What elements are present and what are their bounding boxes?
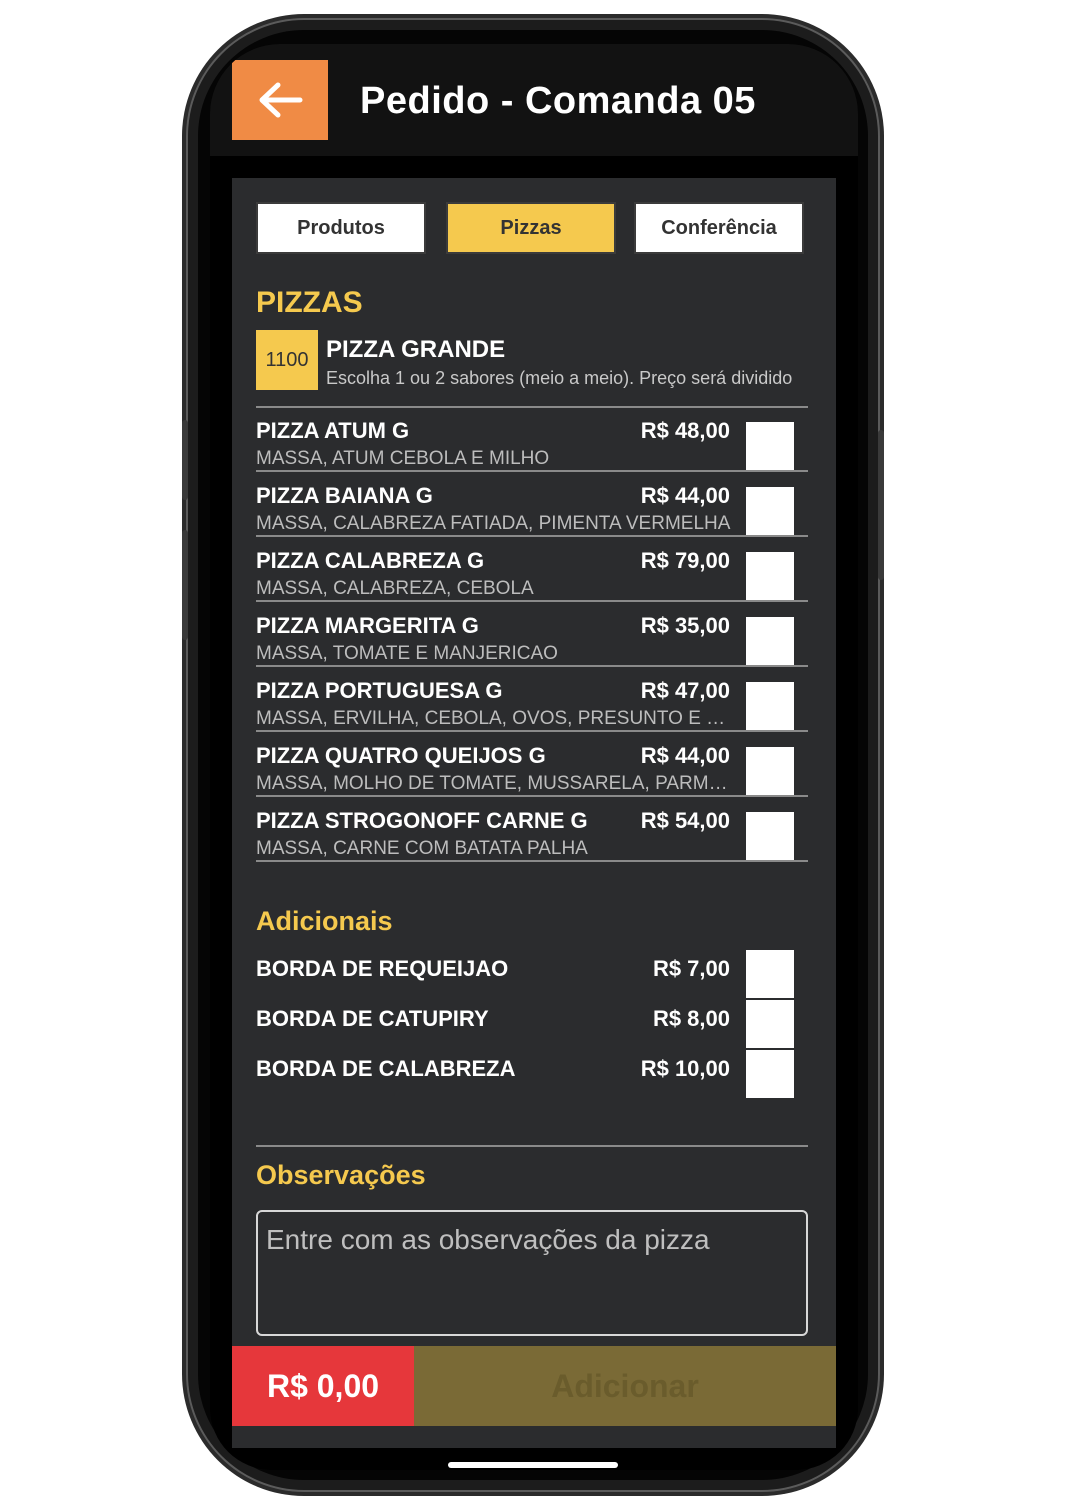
- item-price: R$ 35,00: [640, 613, 730, 638]
- addon-name: BORDA DE CATUPIRY: [256, 1006, 489, 1031]
- addon-price: R$ 10,00: [640, 1056, 730, 1081]
- addon-checkbox[interactable]: [746, 1000, 794, 1048]
- order-total: R$ 0,00: [232, 1346, 414, 1426]
- item-description: MASSA, CALABREZA, CEBOLA: [256, 578, 534, 599]
- product-code-badge: 1100: [256, 330, 318, 390]
- addon-item-catupiry: BORDA DE CATUPIRY R$ 8,00: [232, 1000, 836, 1050]
- item-name: PIZZA QUATRO QUEIJOS G: [256, 743, 546, 768]
- item-description: MASSA, CALABREZA FATIADA, PIMENTA VERMEL…: [256, 513, 731, 534]
- item-name: PIZZA STROGONOFF CARNE G: [256, 808, 588, 833]
- item-price: R$ 44,00: [640, 483, 730, 508]
- item-checkbox[interactable]: [746, 812, 794, 860]
- item-checkbox[interactable]: [746, 617, 794, 665]
- item-checkbox[interactable]: [746, 552, 794, 600]
- addon-name: BORDA DE REQUEIJAO: [256, 956, 509, 981]
- item-name: PIZZA MARGERITA G: [256, 613, 479, 638]
- divider: [256, 860, 808, 862]
- page-title: Pedido - Comanda 05: [360, 80, 756, 122]
- item-checkbox[interactable]: [746, 682, 794, 730]
- addon-item-requeijao: BORDA DE REQUEIJAO R$ 7,00: [232, 950, 836, 1000]
- observations-textarea[interactable]: Entre com as observações da pizza: [256, 1210, 808, 1336]
- item-price: R$ 54,00: [640, 808, 730, 833]
- order-panel: Produtos Pizzas Conferência PIZZAS 1100 …: [232, 178, 836, 1448]
- phone-side-button: [878, 430, 884, 580]
- divider: [256, 795, 808, 797]
- divider: [256, 1145, 808, 1147]
- tab-produtos[interactable]: Produtos: [256, 202, 426, 254]
- pizza-item-portuguesa: PIZZA PORTUGUESA G R$ 47,00 MASSA, ERVIL…: [232, 674, 836, 738]
- tab-conferencia[interactable]: Conferência: [634, 202, 804, 254]
- add-button[interactable]: Adicionar: [414, 1346, 836, 1426]
- item-description: MASSA, ATUM CEBOLA E MILHO: [256, 448, 550, 469]
- product-group-description: Escolha 1 ou 2 sabores (meio a meio). Pr…: [326, 368, 793, 388]
- addon-price: R$ 7,00: [652, 956, 730, 981]
- pizza-item-calabreza: PIZZA CALABREZA G R$ 79,00 MASSA, CALABR…: [232, 544, 836, 608]
- addon-name: BORDA DE CALABREZA: [256, 1056, 516, 1081]
- product-group-name: PIZZA GRANDE: [326, 336, 506, 363]
- observations-placeholder: Entre com as observações da pizza: [266, 1224, 710, 1255]
- addon-checkbox[interactable]: [746, 950, 794, 998]
- arrow-left-icon: [259, 82, 303, 118]
- item-description: MASSA, CARNE COM BATATA PALHA: [256, 838, 588, 859]
- divider: [256, 600, 808, 602]
- tab-pizzas[interactable]: Pizzas: [446, 202, 616, 254]
- item-description: MASSA, MOLHO DE TOMATE, MUSSARELA, PARME…: [256, 773, 736, 794]
- item-price: R$ 44,00: [640, 743, 730, 768]
- item-description: MASSA, TOMATE E MANJERICAO: [256, 643, 558, 664]
- observacoes-section-title: Observações: [256, 1160, 426, 1190]
- divider: [256, 406, 808, 408]
- divider: [256, 730, 808, 732]
- item-name: PIZZA BAIANA G: [256, 483, 433, 508]
- pizza-item-baiana: PIZZA BAIANA G R$ 44,00 MASSA, CALABREZA…: [232, 479, 836, 543]
- pizza-item-atum: PIZZA ATUM G R$ 48,00 MASSA, ATUM CEBOLA…: [232, 414, 836, 478]
- addon-item-calabreza: BORDA DE CALABREZA R$ 10,00: [232, 1050, 836, 1100]
- addon-checkbox[interactable]: [746, 1050, 794, 1098]
- home-indicator[interactable]: [448, 1462, 618, 1468]
- item-checkbox[interactable]: [746, 487, 794, 535]
- phone-side-button: [182, 420, 188, 500]
- item-price: R$ 79,00: [640, 548, 730, 573]
- item-name: PIZZA PORTUGUESA G: [256, 678, 503, 703]
- item-checkbox[interactable]: [746, 747, 794, 795]
- item-description: MASSA, ERVILHA, CEBOLA, OVOS, PRESUNTO E…: [256, 708, 736, 729]
- addon-price: R$ 8,00: [652, 1006, 730, 1031]
- adicionais-section-title: Adicionais: [256, 906, 393, 936]
- phone-side-button: [182, 530, 188, 640]
- pizza-item-quatro-queijos: PIZZA QUATRO QUEIJOS G R$ 44,00 MASSA, M…: [232, 739, 836, 803]
- pizza-item-margerita: PIZZA MARGERITA G R$ 35,00 MASSA, TOMATE…: [232, 609, 836, 673]
- app-bar: Pedido - Comanda 05: [210, 44, 858, 156]
- item-name: PIZZA ATUM G: [256, 418, 410, 443]
- item-price: R$ 48,00: [640, 418, 730, 443]
- item-name: PIZZA CALABREZA G: [256, 548, 485, 573]
- app-screen: Pedido - Comanda 05 Produtos Pizzas Conf…: [210, 44, 858, 1470]
- item-price: R$ 47,00: [640, 678, 730, 703]
- divider: [256, 535, 808, 537]
- pizza-item-strogonoff: PIZZA STROGONOFF CARNE G R$ 54,00 MASSA,…: [232, 804, 836, 868]
- divider: [256, 470, 808, 472]
- pizzas-section-title: PIZZAS: [256, 286, 363, 319]
- back-button[interactable]: [232, 60, 328, 140]
- divider: [256, 665, 808, 667]
- item-checkbox[interactable]: [746, 422, 794, 470]
